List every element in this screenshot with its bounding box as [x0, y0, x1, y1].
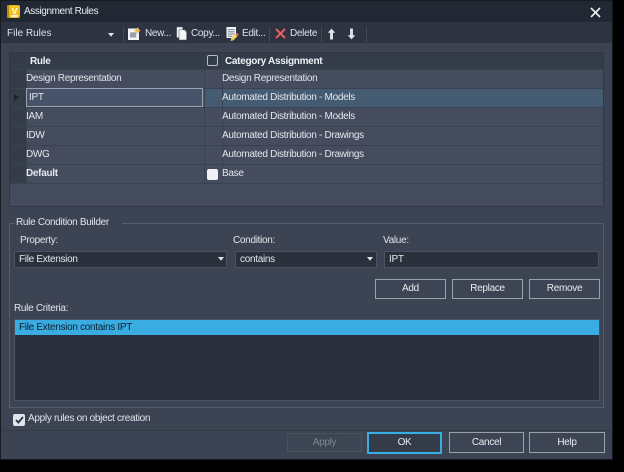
svg-text:V: V — [12, 6, 18, 16]
